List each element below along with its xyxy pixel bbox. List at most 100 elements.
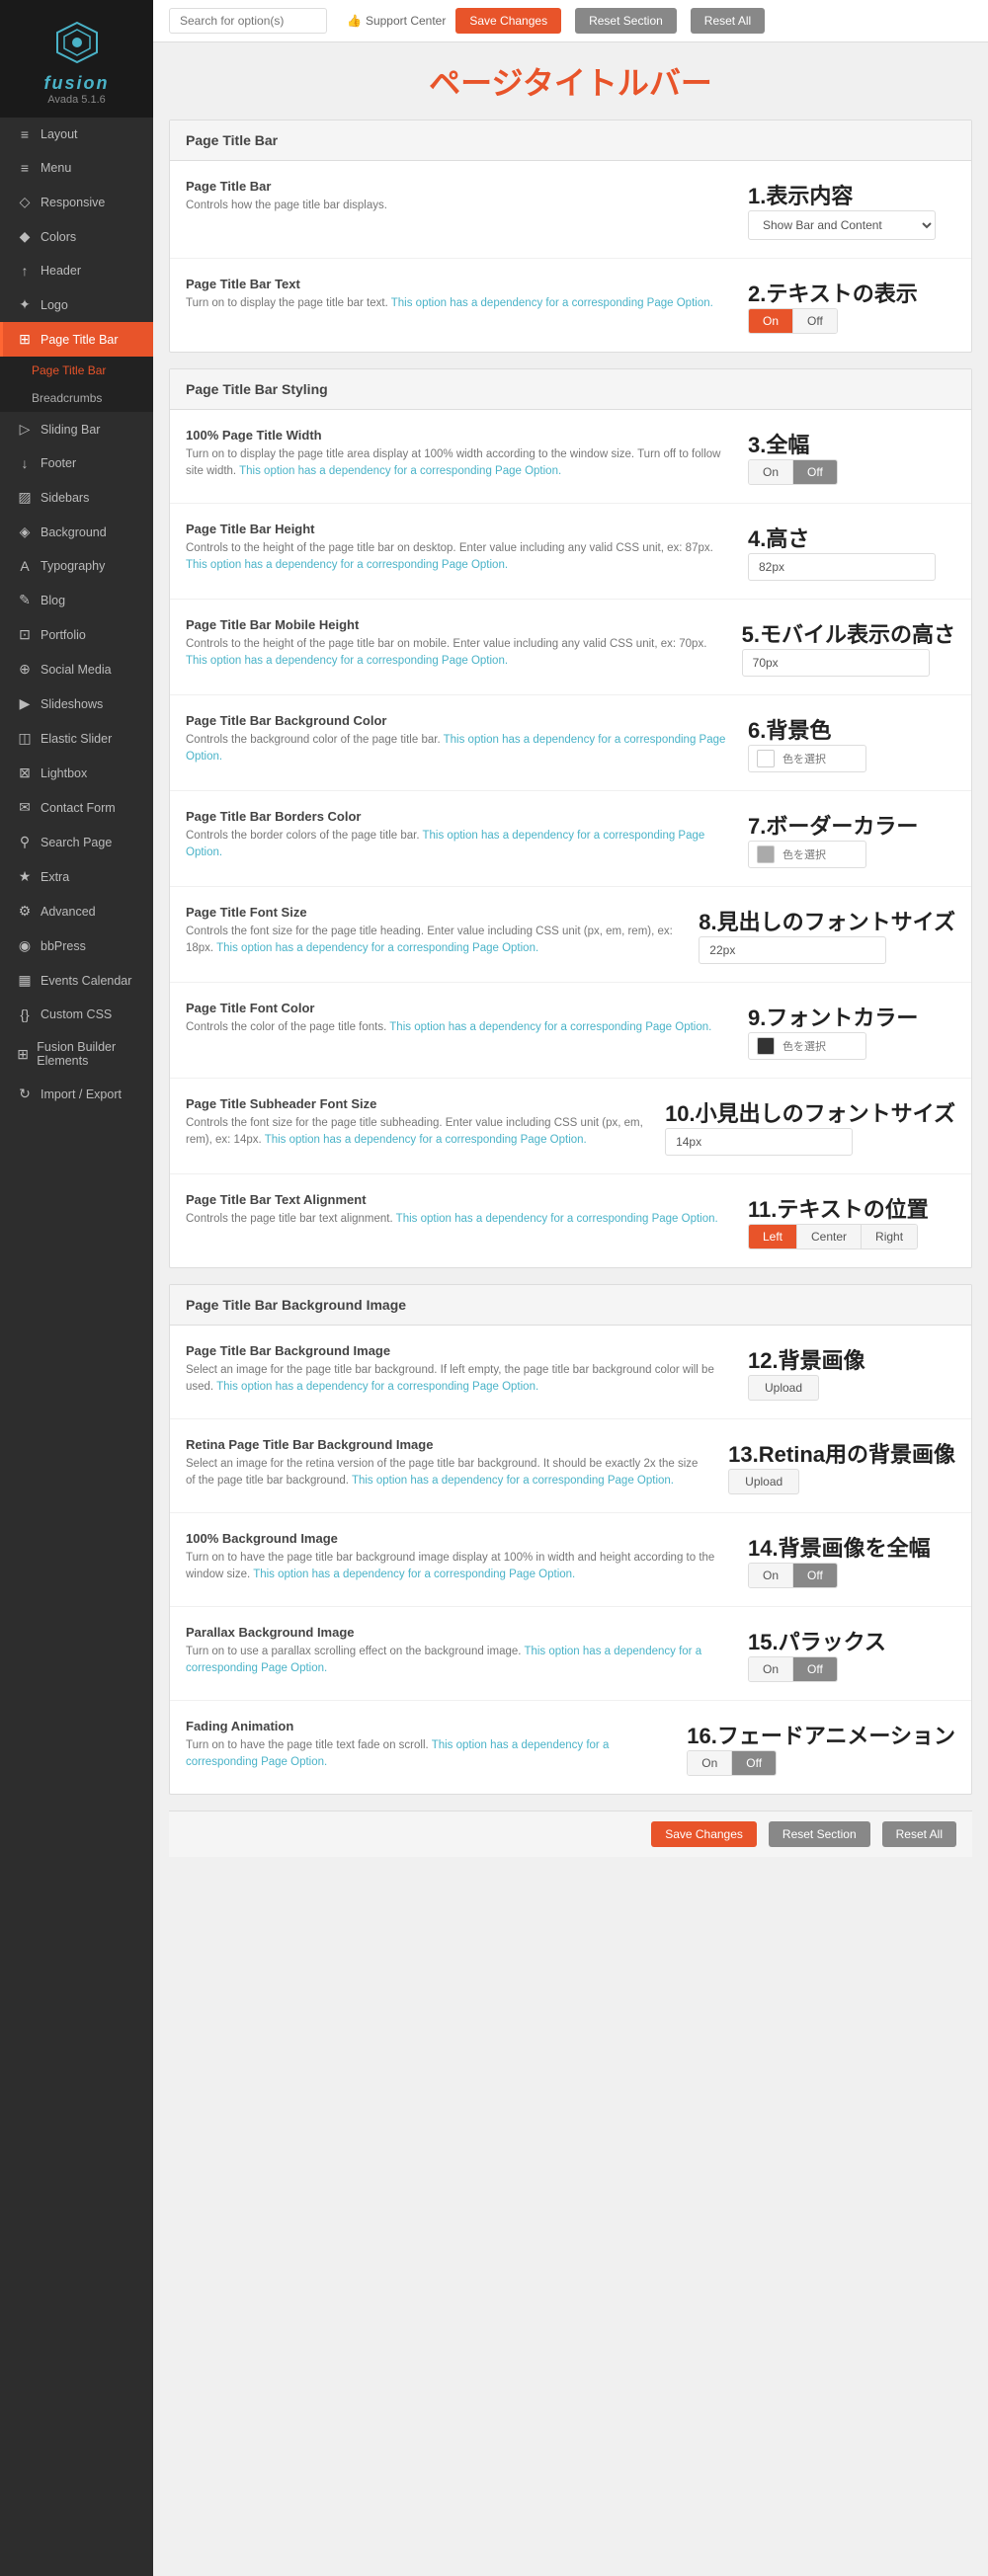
font-color-picker[interactable]: 色を選択 [748,1032,866,1060]
japanese-label-fading: 16.フェードアニメーション [687,1719,955,1750]
toggle-center-button[interactable]: Center [797,1225,862,1248]
border-color-picker[interactable]: 色を選択 [748,841,866,868]
typography-icon: A [17,558,33,574]
option-right-100-bg-image: 14.背景画像を全幅 On Off [748,1531,955,1588]
reset-all-button[interactable]: Reset All [691,8,765,34]
option-row-retina-bg-image: Retina Page Title Bar Background Image S… [170,1419,971,1513]
sidebar-item-responsive[interactable]: ◇ Responsive [0,185,153,219]
sidebar-sub-item-breadcrumbs[interactable]: Breadcrumbs [0,384,153,412]
sidebar-item-bbpress[interactable]: ◉ bbPress [0,928,153,963]
toggle-right-button[interactable]: Right [862,1225,917,1248]
section-header-styling: Page Title Bar Styling [170,369,971,410]
option-left-text-toggle: Page Title Bar Text Turn on to display t… [186,277,748,312]
toggle-on-fading[interactable]: On [688,1751,732,1775]
search-input[interactable] [169,8,327,34]
toggle-off-button[interactable]: Off [793,309,837,333]
japanese-label-bg-color: 6.背景色 [748,713,831,745]
sidebar-item-advanced[interactable]: ⚙ Advanced [0,894,153,928]
toggle-on-parallax[interactable]: On [749,1657,793,1681]
option-row-text-align: Page Title Bar Text Alignment Controls t… [170,1174,971,1267]
sidebar-item-social-media[interactable]: ⊕ Social Media [0,652,153,686]
sidebar-item-typography[interactable]: A Typography [0,549,153,583]
bg-color-label: 色を選択 [782,751,826,766]
option-desc-mobile-height: Controls to the height of the page title… [186,636,722,671]
sidebar-sub-item-page-title-bar[interactable]: Page Title Bar [0,357,153,384]
sidebar-item-background[interactable]: ◈ Background [0,515,153,549]
sidebar-item-page-title-bar[interactable]: ⊞ Page Title Bar [0,322,153,357]
option-desc-subheader-font-size: Controls the font size for the page titl… [186,1115,645,1150]
sidebar-item-label: Typography [41,559,105,573]
sidebar-item-slideshows[interactable]: ▶ Slideshows [0,686,153,721]
sidebar-item-header[interactable]: ↑ Header [0,254,153,287]
sidebar-item-label: Fusion Builder Elements [37,1040,139,1068]
mobile-height-input[interactable] [742,649,930,677]
option-right-bg-image: 12.背景画像 Upload [748,1343,955,1401]
sidebar-item-logo[interactable]: ✦ Logo [0,287,153,322]
section-header-bg-image: Page Title Bar Background Image [170,1285,971,1326]
sidebar-item-lightbox[interactable]: ⊠ Lightbox [0,756,153,790]
social-media-icon: ⊕ [17,661,33,678]
sidebar-item-fusion-builder[interactable]: ⊞ Fusion Builder Elements [0,1031,153,1077]
option-label-display: Page Title Bar [186,179,728,194]
font-size-input[interactable] [699,936,886,964]
option-right-font-size: 8.見出しのフォントサイズ [699,905,955,964]
sidebar-item-search-page[interactable]: ⚲ Search Page [0,825,153,859]
fusion-builder-icon: ⊞ [17,1046,29,1063]
support-center-link[interactable]: 👍 Support Center [347,14,446,28]
option-desc-font-color: Controls the color of the page title fon… [186,1019,728,1036]
sidebar-item-extra[interactable]: ★ Extra [0,859,153,894]
japanese-label-font-color: 9.フォントカラー [748,1001,918,1032]
sidebar-item-custom-css[interactable]: {} Custom CSS [0,998,153,1031]
sidebar-item-colors[interactable]: ◆ Colors [0,219,153,254]
sidebar-item-contact-form[interactable]: ✉ Contact Form [0,790,153,825]
save-changes-button[interactable]: Save Changes [455,8,561,34]
option-row-100-width: 100% Page Title Width Turn on to display… [170,410,971,504]
sidebar-item-import-export[interactable]: ↻ Import / Export [0,1077,153,1111]
option-right-text-align: 11.テキストの位置 Left Center Right [748,1192,955,1249]
option-desc-text-align: Controls the page title bar text alignme… [186,1211,728,1228]
sidebar-item-footer[interactable]: ↓ Footer [0,446,153,480]
menu-icon: ≡ [17,160,33,176]
toggle-on-button-width[interactable]: On [749,460,793,484]
toggle-off-button-width[interactable]: Off [793,460,837,484]
bg-color-picker[interactable]: 色を選択 [748,745,866,772]
reset-section-button[interactable]: Reset Section [575,8,677,34]
toggle-off-parallax[interactable]: Off [793,1657,837,1681]
toggle-on-button[interactable]: On [749,309,793,333]
option-left-fading: Fading Animation Turn on to have the pag… [186,1719,687,1772]
sidebar-item-events-calendar[interactable]: ▦ Events Calendar [0,963,153,998]
option-right-text-toggle: 2.テキストの表示 On Off [748,277,955,334]
sidebar-item-menu[interactable]: ≡ Menu [0,151,153,185]
height-input[interactable] [748,553,936,581]
sidebar-item-elastic-slider[interactable]: ◫ Elastic Slider [0,721,153,756]
display-select[interactable]: Show Bar and Content Hide Bar Hide Conte… [748,210,936,240]
option-desc-text-toggle: Turn on to display the page title bar te… [186,295,728,312]
fusion-logo-icon [52,18,102,67]
logo-icon: ✦ [17,296,33,313]
sidebar-item-label: Background [41,525,107,539]
bottom-save-button[interactable]: Save Changes [651,1821,757,1847]
toggle-on-100-bg[interactable]: On [749,1564,793,1587]
japanese-label-text-align: 11.テキストの位置 [748,1192,929,1224]
toggle-off-fading[interactable]: Off [732,1751,776,1775]
option-left-font-color: Page Title Font Color Controls the color… [186,1001,748,1036]
bg-image-upload-button[interactable]: Upload [748,1375,819,1401]
brand-name: fusion [0,73,153,94]
sidebar-item-label: Portfolio [41,628,86,642]
sidebar-item-label: Sidebars [41,491,89,505]
retina-bg-image-upload-button[interactable]: Upload [728,1469,799,1494]
events-calendar-icon: ▦ [17,972,33,989]
sidebar-item-layout[interactable]: ≡ Layout [0,118,153,151]
bottom-reset-all-button[interactable]: Reset All [882,1821,956,1847]
sidebar-item-blog[interactable]: ✎ Blog [0,583,153,617]
sidebar-item-sidebars[interactable]: ▨ Sidebars [0,480,153,515]
sidebar-item-sliding-bar[interactable]: ▷ Sliding Bar [0,412,153,446]
sidebar-item-label: Social Media [41,663,112,677]
bottom-reset-section-button[interactable]: Reset Section [769,1821,870,1847]
toggle-left-button[interactable]: Left [749,1225,797,1248]
toggle-off-100-bg[interactable]: Off [793,1564,837,1587]
option-desc-display: Controls how the page title bar displays… [186,198,728,214]
sidebar-item-portfolio[interactable]: ⊡ Portfolio [0,617,153,652]
subheader-font-size-input[interactable] [665,1128,853,1156]
background-icon: ◈ [17,523,33,540]
